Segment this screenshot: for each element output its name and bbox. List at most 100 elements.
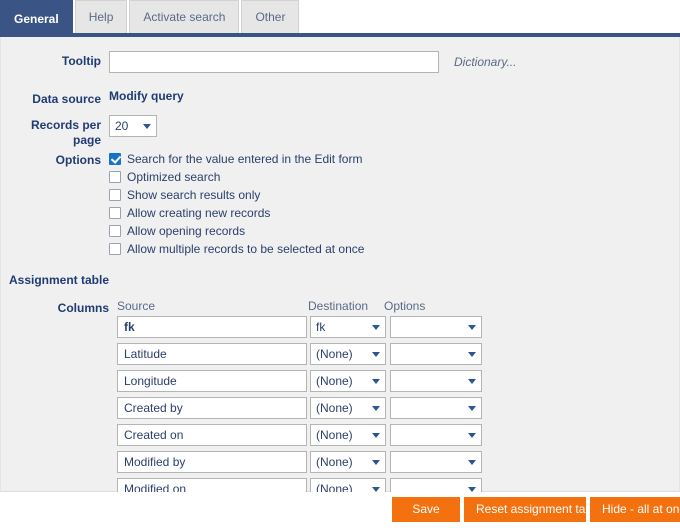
table-row: Modified by (None) [117, 451, 482, 475]
row-destination-cell: (None) [310, 343, 386, 367]
checkbox-icon[interactable] [109, 207, 121, 219]
options-checkbox-list: Search for the value entered in the Edit… [109, 150, 364, 258]
row-options-select[interactable] [390, 424, 482, 446]
row-options-select[interactable] [390, 370, 482, 392]
chevron-down-icon [372, 406, 380, 411]
option-label: Allow opening records [127, 224, 246, 238]
assignment-table-heading: Assignment table [9, 273, 110, 287]
option-allow-creating-new-records[interactable]: Allow creating new records [109, 204, 364, 222]
chevron-down-icon [372, 352, 380, 357]
assignment-table-header-row: Source Destination Options [117, 299, 482, 316]
footer-bar: Save Reset assignment table Hide - all a… [0, 492, 680, 528]
row-options-cell [390, 397, 482, 421]
header-source: Source [117, 299, 156, 313]
hide-all-at-once-button[interactable]: Hide - all at once [590, 497, 680, 522]
checkbox-icon[interactable] [109, 153, 121, 165]
records-per-page-row: Records per page 20 [1, 115, 157, 148]
tooltip-control: Dictionary... [109, 51, 516, 73]
row-options-cell [390, 316, 482, 340]
row-source-input[interactable]: Created on [117, 424, 307, 446]
row-source-input[interactable]: fk [117, 316, 307, 338]
row-source-input[interactable]: Latitude [117, 343, 307, 365]
row-destination-cell: (None) [310, 397, 386, 421]
columns-label: Columns [57, 301, 109, 315]
data-source-control: Modify query [109, 89, 184, 103]
tab-strip: General Help Activate search Other [0, 0, 680, 37]
option-label: Optimized search [127, 170, 221, 184]
header-destination: Destination [308, 299, 369, 313]
row-source-input[interactable]: Longitude [117, 370, 307, 392]
assignment-table: Columns Source Destination Options fk fk [1, 299, 482, 505]
option-allow-multiple-records[interactable]: Allow multiple records to be selected at… [109, 240, 364, 258]
modify-query-link[interactable]: Modify query [109, 86, 184, 103]
dictionary-link[interactable]: Dictionary... [454, 55, 516, 69]
option-label: Allow creating new records [127, 206, 271, 220]
row-source-input[interactable]: Created by [117, 397, 307, 419]
chevron-down-icon [372, 433, 380, 438]
tab-activate-search-label: Activate search [143, 10, 226, 24]
records-per-page-select[interactable]: 20 [109, 115, 157, 137]
records-per-page-label: Records per page [1, 115, 109, 148]
row-options-select[interactable] [390, 316, 482, 338]
chevron-down-icon [468, 433, 476, 438]
tab-general[interactable]: General [0, 0, 73, 37]
tab-help[interactable]: Help [74, 0, 128, 33]
row-destination-select[interactable]: (None) [310, 451, 386, 473]
row-options-cell [390, 424, 482, 448]
table-row: fk fk [117, 316, 482, 340]
data-source-row: Data source Modify query [1, 89, 184, 107]
records-per-page-control: 20 [109, 115, 157, 139]
row-destination-cell: (None) [310, 370, 386, 394]
option-show-search-results-only[interactable]: Show search results only [109, 186, 364, 204]
chevron-down-icon [143, 124, 151, 129]
chevron-down-icon [372, 379, 380, 384]
row-options-select[interactable] [390, 397, 482, 419]
options-row: Options Search for the value entered in … [1, 150, 365, 258]
chevron-down-icon [372, 460, 380, 465]
row-source-input[interactable]: Modified by [117, 451, 307, 473]
tab-other-label: Other [255, 10, 286, 24]
row-destination-cell: (None) [310, 451, 386, 475]
tab-other[interactable]: Other [241, 0, 300, 33]
table-row: Longitude (None) [117, 370, 482, 394]
row-options-select[interactable] [390, 451, 482, 473]
row-options-select[interactable] [390, 343, 482, 365]
row-destination-select[interactable]: (None) [310, 397, 386, 419]
chevron-down-icon [372, 325, 380, 330]
row-options-cell [390, 451, 482, 475]
chevron-down-icon [468, 406, 476, 411]
save-button[interactable]: Save [392, 497, 460, 522]
option-label: Show search results only [127, 188, 261, 202]
chevron-down-icon [468, 460, 476, 465]
checkbox-icon[interactable] [109, 189, 121, 201]
chevron-down-icon [468, 325, 476, 330]
checkbox-icon[interactable] [109, 243, 121, 255]
table-row: Created by (None) [117, 397, 482, 421]
option-allow-opening-records[interactable]: Allow opening records [109, 222, 364, 240]
row-destination-select[interactable]: fk [310, 316, 386, 338]
chevron-down-icon [468, 379, 476, 384]
reset-assignment-table-button[interactable]: Reset assignment table [464, 497, 601, 522]
row-destination-cell: fk [310, 316, 386, 340]
chevron-down-icon [468, 352, 476, 357]
checkbox-icon[interactable] [109, 171, 121, 183]
table-row: Created on (None) [117, 424, 482, 448]
row-destination-select[interactable]: (None) [310, 370, 386, 392]
tooltip-row: Tooltip Dictionary... [1, 51, 516, 73]
row-destination-select[interactable]: (None) [310, 424, 386, 446]
tab-list: General Help Activate search Other [0, 0, 301, 37]
row-destination-select[interactable]: (None) [310, 343, 386, 365]
data-source-label: Data source [32, 92, 101, 106]
checkbox-icon[interactable] [109, 225, 121, 237]
row-options-cell [390, 343, 482, 367]
option-optimized-search[interactable]: Optimized search [109, 168, 364, 186]
options-label: Options [55, 153, 101, 167]
tab-activate-search[interactable]: Activate search [129, 0, 240, 33]
tooltip-label: Tooltip [61, 54, 101, 68]
tooltip-input[interactable] [109, 51, 439, 73]
tab-general-label: General [14, 12, 59, 26]
row-destination-cell: (None) [310, 424, 386, 448]
option-search-edit-form[interactable]: Search for the value entered in the Edit… [109, 150, 364, 168]
header-options: Options [384, 299, 426, 313]
option-label: Search for the value entered in the Edit… [127, 152, 363, 166]
